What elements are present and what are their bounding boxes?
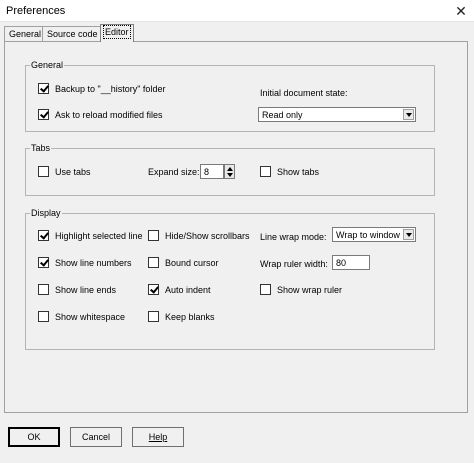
display-group-title: Display <box>30 207 62 219</box>
show-line-numbers-checkbox-label: Show line numbers <box>55 257 132 268</box>
show-line-numbers-checkbox[interactable]: Show line numbers <box>38 257 132 268</box>
keep-blanks-checkbox[interactable]: Keep blanks <box>148 311 215 322</box>
show-line-ends-checkbox[interactable]: Show line ends <box>38 284 116 295</box>
cancel-button-label: Cancel <box>81 432 110 442</box>
show-wrap-ruler-checkbox-box[interactable] <box>260 284 271 295</box>
use-tabs-checkbox[interactable]: Use tabs <box>38 166 91 177</box>
use-tabs-checkbox-box[interactable] <box>38 166 49 177</box>
highlight-line-checkbox-box[interactable] <box>38 230 49 241</box>
line-wrap-mode-select[interactable]: Wrap to window <box>332 227 416 242</box>
wrap-ruler-width-label: Wrap ruler width: <box>260 259 328 269</box>
initial-state-select[interactable]: Read only <box>258 107 416 122</box>
expand-size-label: Expand size: <box>148 167 200 177</box>
show-tabs-checkbox-label: Show tabs <box>277 166 320 177</box>
tabs-group-title: Tabs <box>30 142 52 154</box>
show-tabs-checkbox[interactable]: Show tabs <box>260 166 319 177</box>
auto-indent-checkbox-label: Auto indent <box>165 284 211 295</box>
keep-blanks-checkbox-box[interactable] <box>148 311 159 322</box>
tabs-group: Tabs Use tabs Expand size: 8 Show tabs <box>25 142 435 196</box>
general-group-title: General <box>30 59 65 71</box>
tab-general-label: General <box>9 29 42 39</box>
ok-button[interactable]: OK <box>8 427 60 447</box>
title-bar: Preferences ✕ <box>0 0 474 22</box>
hide-show-scrollbars-checkbox[interactable]: Hide/Show scrollbars <box>148 230 250 241</box>
auto-indent-checkbox-box[interactable] <box>148 284 159 295</box>
tab-editor-label: Editor <box>103 25 131 39</box>
reload-checkbox[interactable]: Ask to reload modified files <box>38 109 163 120</box>
spin-up-icon[interactable] <box>227 167 233 171</box>
help-button-label: Help <box>148 432 168 442</box>
tab-source-code[interactable]: Source code <box>42 26 103 41</box>
initial-state-label: Initial document state: <box>260 88 348 98</box>
show-tabs-checkbox-box[interactable] <box>260 166 271 177</box>
show-wrap-ruler-checkbox[interactable]: Show wrap ruler <box>260 284 342 295</box>
tab-source-code-label: Source code <box>47 29 98 39</box>
expand-size-input[interactable]: 8 <box>200 164 224 179</box>
backup-checkbox[interactable]: Backup to "__history" folder <box>38 83 165 94</box>
reload-checkbox-box[interactable] <box>38 109 49 120</box>
editor-panel: General Backup to "__history" folder Ini… <box>4 41 468 413</box>
ok-button-label: OK <box>27 432 41 442</box>
chevron-down-icon[interactable] <box>403 109 414 120</box>
close-icon[interactable]: ✕ <box>452 2 470 20</box>
display-group: Display Highlight selected line Hide/Sho… <box>25 207 435 350</box>
initial-state-value: Read only <box>262 109 303 120</box>
highlight-line-checkbox-label: Highlight selected line <box>55 230 143 241</box>
hide-show-scrollbars-checkbox-box[interactable] <box>148 230 159 241</box>
backup-checkbox-label: Backup to "__history" folder <box>55 83 166 94</box>
hide-show-scrollbars-checkbox-label: Hide/Show scrollbars <box>165 230 250 241</box>
line-wrap-mode-value: Wrap to window <box>336 229 400 240</box>
window-title: Preferences <box>6 5 66 17</box>
cancel-button[interactable]: Cancel <box>70 427 122 447</box>
tab-editor[interactable]: Editor <box>100 24 134 42</box>
show-whitespace-checkbox-box[interactable] <box>38 311 49 322</box>
show-line-numbers-checkbox-box[interactable] <box>38 257 49 268</box>
show-line-ends-checkbox-label: Show line ends <box>55 284 117 295</box>
bound-cursor-checkbox-label: Bound cursor <box>165 257 219 268</box>
tab-general[interactable]: General <box>4 26 47 41</box>
backup-checkbox-box[interactable] <box>38 83 49 94</box>
keep-blanks-checkbox-label: Keep blanks <box>165 311 215 322</box>
show-wrap-ruler-checkbox-label: Show wrap ruler <box>277 284 343 295</box>
bound-cursor-checkbox-box[interactable] <box>148 257 159 268</box>
show-whitespace-checkbox-label: Show whitespace <box>55 311 126 322</box>
expand-size-value: 8 <box>204 166 210 177</box>
auto-indent-checkbox[interactable]: Auto indent <box>148 284 211 295</box>
bound-cursor-checkbox[interactable]: Bound cursor <box>148 257 219 268</box>
show-line-ends-checkbox-box[interactable] <box>38 284 49 295</box>
help-button[interactable]: Help <box>132 427 184 447</box>
spin-down-icon[interactable] <box>227 173 233 177</box>
use-tabs-checkbox-label: Use tabs <box>55 166 91 177</box>
expand-size-spinner[interactable] <box>224 164 235 179</box>
wrap-ruler-width-input[interactable]: 80 <box>332 255 370 270</box>
chevron-down-icon[interactable] <box>403 229 414 240</box>
highlight-line-checkbox[interactable]: Highlight selected line <box>38 230 143 241</box>
line-wrap-mode-label: Line wrap mode: <box>260 232 327 242</box>
show-whitespace-checkbox[interactable]: Show whitespace <box>38 311 125 322</box>
general-group: General Backup to "__history" folder Ini… <box>25 59 435 132</box>
reload-checkbox-label: Ask to reload modified files <box>55 109 163 120</box>
wrap-ruler-width-value: 80 <box>336 257 347 268</box>
